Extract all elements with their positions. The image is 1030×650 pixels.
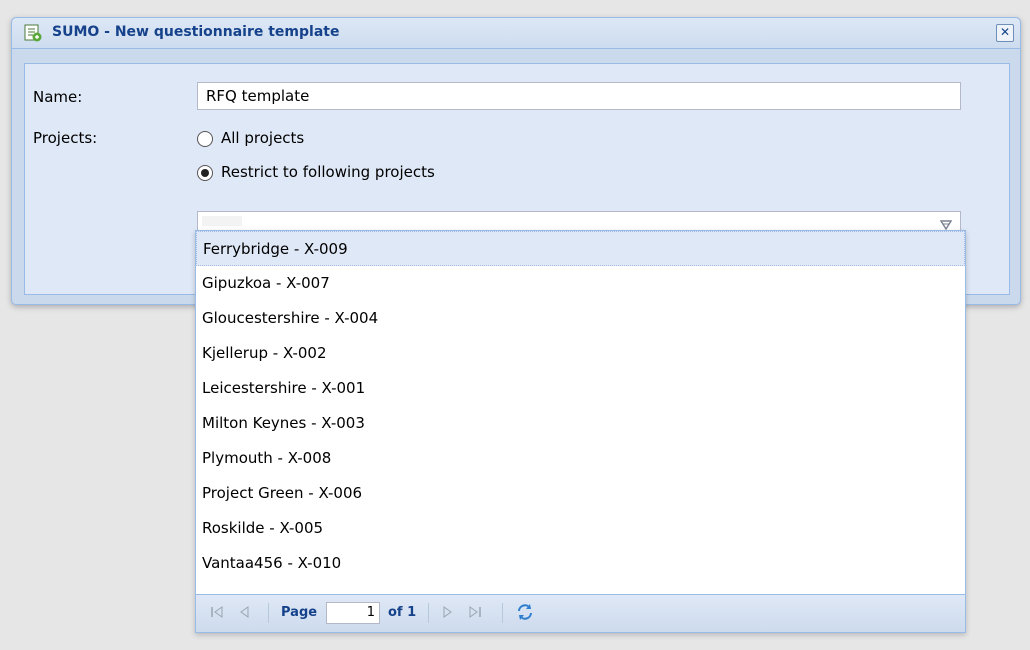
radio-all-label: All projects (221, 129, 305, 147)
list-item[interactable]: Project Green - X-006 (196, 476, 965, 511)
dialog-titlebar[interactable]: SUMO - New questionnaire template ✕ (12, 18, 1020, 49)
last-page-icon[interactable] (468, 605, 482, 619)
combo-input[interactable] (202, 216, 242, 226)
list-item[interactable]: Plymouth - X-008 (196, 441, 965, 476)
close-icon[interactable]: ✕ (996, 24, 1014, 42)
first-page-icon[interactable] (210, 605, 224, 619)
list-item[interactable]: Gipuzkoa - X-007 (196, 266, 965, 301)
list-item[interactable]: Vantaa456 - X-010 (196, 546, 965, 581)
name-field[interactable]: RFQ template (197, 82, 961, 110)
radio-button[interactable] (197, 131, 213, 147)
refresh-icon[interactable] (516, 602, 534, 622)
page-number-input[interactable]: 1 (326, 602, 380, 624)
list-item[interactable]: Roskilde - X-005 (196, 511, 965, 546)
page-label: Page (281, 605, 318, 620)
radio-restrict-label: Restrict to following projects (221, 163, 435, 181)
projects-label: Projects: (33, 129, 98, 147)
projects-dropdown-list: Ferrybridge - X-009 Gipuzkoa - X-007 Glo… (195, 230, 966, 633)
questionnaire-app-icon (24, 24, 42, 42)
list-item[interactable]: Milton Keynes - X-003 (196, 406, 965, 441)
page-count-label: of 1 (388, 605, 417, 620)
dialog-title: SUMO - New questionnaire template (52, 24, 340, 40)
list-item[interactable]: Gloucestershire - X-004 (196, 301, 965, 336)
name-label: Name: (33, 88, 83, 106)
list-item[interactable]: Ferrybridge - X-009 (196, 231, 965, 266)
prev-page-icon[interactable] (238, 605, 250, 619)
radio-button-checked[interactable] (197, 165, 213, 181)
next-page-icon[interactable] (442, 605, 454, 619)
list-item[interactable]: Leicestershire - X-001 (196, 371, 965, 406)
paging-toolbar: Page 1 of 1 (196, 594, 965, 632)
list-item[interactable]: Kjellerup - X-002 (196, 336, 965, 371)
